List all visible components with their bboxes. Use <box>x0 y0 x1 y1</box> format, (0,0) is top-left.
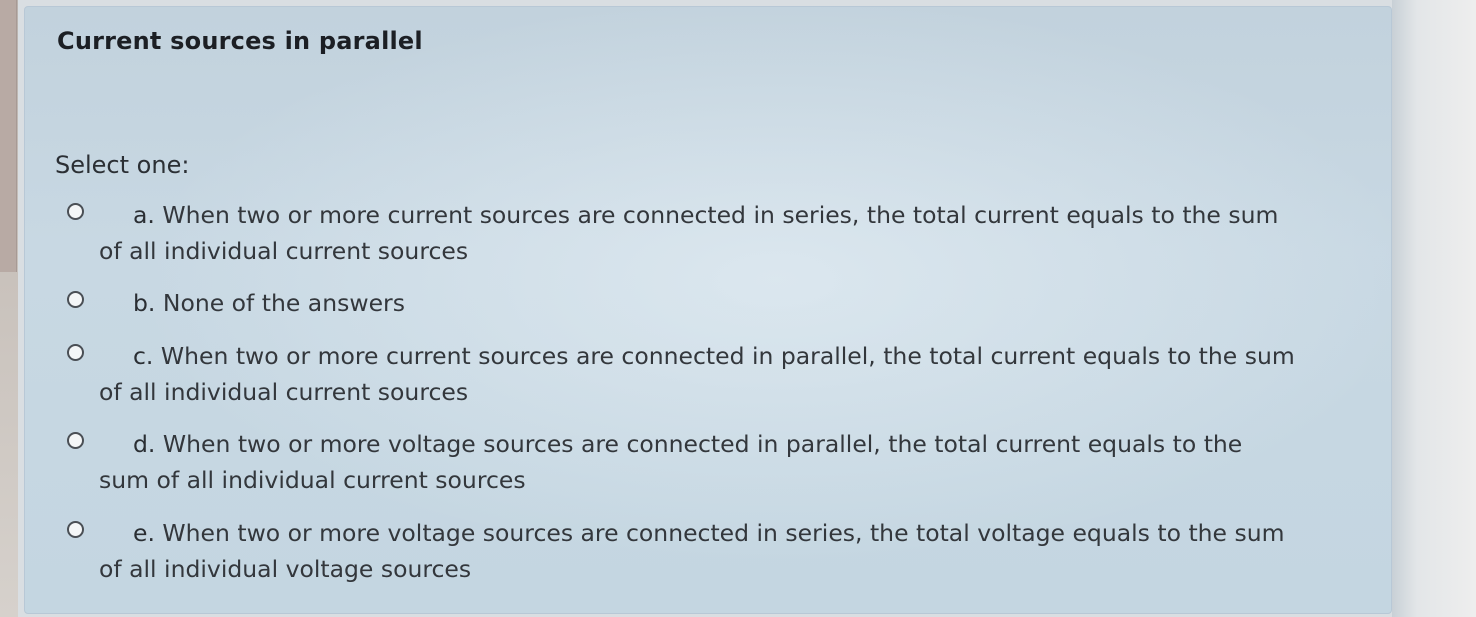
answer-option-label[interactable]: c. When two or more current sources are … <box>99 338 1295 410</box>
answer-option-letter: a. <box>133 201 155 229</box>
radio-button-icon[interactable] <box>67 521 84 538</box>
answer-option-letter: c. <box>133 342 154 370</box>
answer-option-label[interactable]: d. When two or more voltage sources are … <box>99 426 1295 498</box>
answer-option-text: When two or more voltage sources are con… <box>99 519 1285 583</box>
left-scrollbar[interactable] <box>0 0 18 617</box>
question-card: Current sources in parallel Select one: … <box>24 6 1392 614</box>
answer-option-label[interactable]: e. When two or more voltage sources are … <box>99 515 1295 587</box>
answer-option-letter: d. <box>133 430 156 458</box>
radio-button-icon[interactable] <box>67 291 84 308</box>
scrollbar-thumb[interactable] <box>0 0 17 272</box>
radio-button-icon[interactable] <box>67 432 84 449</box>
answer-option-text: When two or more current sources are con… <box>99 201 1279 265</box>
answer-option-letter: b. <box>133 289 156 317</box>
question-title: Current sources in parallel <box>57 27 423 55</box>
answer-option-text: None of the answers <box>162 289 405 317</box>
answer-option-letter: e. <box>133 519 155 547</box>
select-one-prompt: Select one: <box>55 151 190 179</box>
answer-option-label[interactable]: a. When two or more current sources are … <box>99 197 1295 269</box>
radio-button-icon[interactable] <box>67 344 84 361</box>
answer-option-label[interactable]: b. None of the answers <box>99 285 1295 321</box>
page-margin <box>1392 0 1476 617</box>
answer-option-text: When two or more current sources are con… <box>99 342 1295 406</box>
answer-option-text: When two or more voltage sources are con… <box>99 430 1243 494</box>
radio-button-icon[interactable] <box>67 203 84 220</box>
